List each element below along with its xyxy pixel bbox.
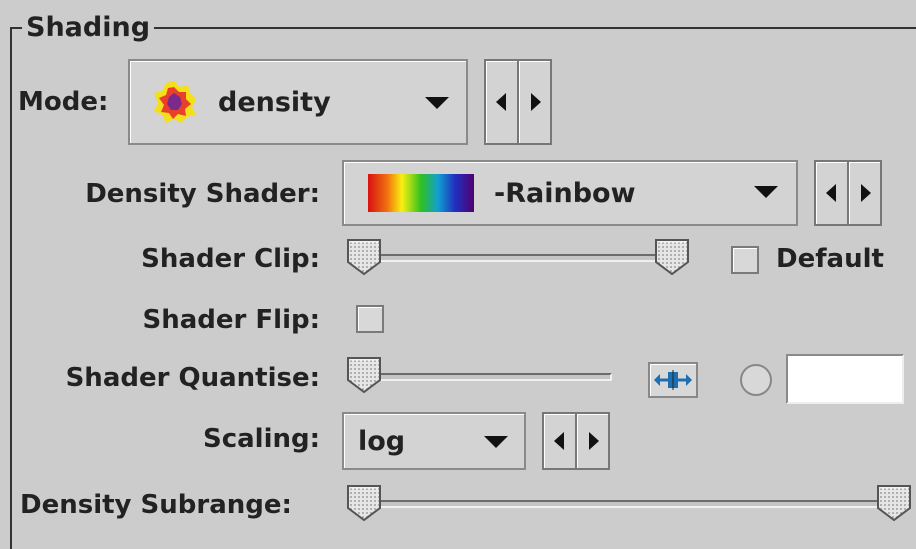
rainbow-swatch-icon — [368, 174, 474, 212]
mode-prev-button[interactable] — [486, 61, 519, 143]
density-icon — [152, 79, 198, 129]
density-subrange-track[interactable] — [350, 500, 910, 508]
density-shader-next-button[interactable] — [849, 162, 880, 224]
density-shader-label: Density Shader: — [85, 179, 320, 209]
density-shader-combo[interactable]: -Rainbow — [342, 160, 798, 226]
shader-quantise-thumb[interactable] — [346, 356, 382, 394]
shader-clip-track[interactable] — [350, 254, 686, 262]
mode-stepper[interactable] — [484, 59, 552, 145]
density-shader-value: -Rainbow — [494, 178, 636, 209]
fit-width-icon — [654, 370, 692, 390]
density-shader-prev-button[interactable] — [816, 162, 849, 224]
quantise-text-field[interactable] — [786, 354, 904, 404]
arrow-right-icon — [588, 432, 599, 450]
shader-clip-low-thumb[interactable] — [346, 238, 382, 276]
panel-title: Shading — [22, 12, 155, 44]
scaling-prev-button[interactable] — [544, 414, 577, 468]
arrow-right-icon — [860, 184, 871, 202]
shader-clip-label: Shader Clip: — [141, 244, 320, 274]
density-subrange-low-thumb[interactable] — [346, 484, 382, 522]
arrow-left-icon — [553, 432, 564, 450]
density-subrange-label: Density Subrange: — [20, 490, 292, 520]
arrow-left-icon — [495, 93, 506, 111]
shader-clip-high-thumb[interactable] — [654, 238, 690, 276]
mode-combo[interactable]: density — [128, 59, 468, 145]
chevron-down-icon — [484, 436, 508, 448]
mode-value: density — [218, 87, 331, 118]
mode-next-button[interactable] — [519, 61, 550, 143]
arrow-right-icon — [530, 93, 541, 111]
scaling-label: Scaling: — [202, 424, 320, 454]
shader-flip-label: Shader Flip: — [142, 305, 321, 335]
scaling-stepper[interactable] — [542, 412, 610, 470]
scaling-value: log — [358, 426, 406, 457]
default-label: Default — [776, 244, 884, 274]
density-subrange-high-thumb[interactable] — [876, 484, 912, 522]
shader-flip-checkbox[interactable] — [356, 305, 384, 333]
chevron-down-icon — [425, 97, 449, 109]
mode-label: Mode: — [18, 87, 109, 117]
chevron-down-icon — [754, 186, 778, 198]
quantise-radio[interactable] — [740, 364, 772, 396]
arrow-left-icon — [825, 184, 836, 202]
scaling-combo[interactable]: log — [342, 412, 526, 470]
density-shader-stepper[interactable] — [814, 160, 882, 226]
shader-quantise-label: Shader Quantise: — [65, 363, 320, 393]
quantise-reset-button[interactable] — [648, 362, 698, 398]
shader-quantise-track[interactable] — [350, 373, 612, 381]
scaling-next-button[interactable] — [577, 414, 608, 468]
default-checkbox[interactable] — [731, 246, 759, 274]
